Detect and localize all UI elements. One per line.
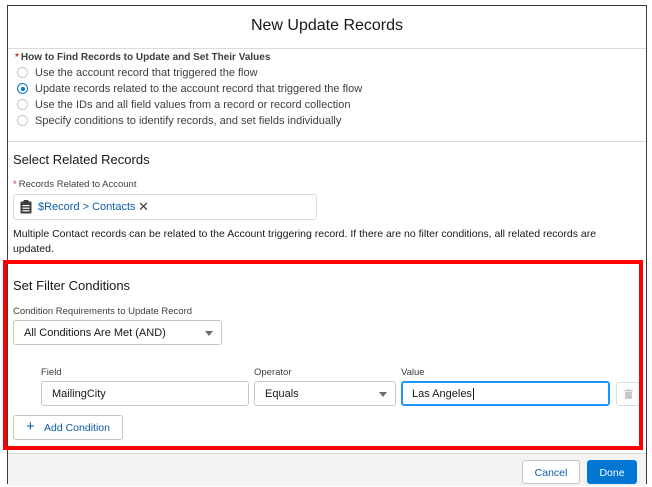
related-records-lookup[interactable]: $Record > Contacts ✕	[13, 194, 317, 220]
radio-option-triggering-record[interactable]: Use the account record that triggered th…	[15, 65, 362, 81]
radio-label: Use the IDs and all field values from a …	[35, 99, 351, 111]
find-records-label-text: How to Find Records to Update and Set Th…	[20, 52, 271, 63]
radio-option-related-records[interactable]: Update records related to the account re…	[15, 81, 362, 97]
find-records-section: * How to Find Records to Update and Set T…	[15, 52, 362, 129]
find-records-label: * How to Find Records to Update and Set T…	[15, 52, 362, 63]
radio-label: Update records related to the account re…	[35, 83, 363, 95]
radio-button[interactable]	[17, 99, 28, 110]
radio-button[interactable]	[17, 115, 28, 126]
record-collection-icon	[20, 200, 32, 214]
related-records-description: Multiple Contact records can be related …	[13, 228, 597, 255]
modal-footer: Cancel Done	[8, 453, 646, 486]
cancel-button[interactable]: Cancel	[522, 460, 580, 484]
radio-option-specify-conditions[interactable]: Specify conditions to identify records, …	[15, 113, 362, 129]
cancel-label: Cancel	[534, 467, 568, 479]
required-marker: *	[13, 179, 17, 190]
radio-button-selected[interactable]	[17, 83, 28, 94]
done-button[interactable]: Done	[587, 460, 637, 484]
resource-pill[interactable]: $Record > Contacts	[38, 201, 136, 213]
highlight-box	[3, 260, 643, 450]
done-label: Done	[599, 467, 625, 479]
related-records-label: * Records Related to Account	[13, 179, 136, 190]
radio-label: Use the account record that triggered th…	[35, 67, 258, 79]
modal-header: New Update Records	[8, 6, 646, 49]
related-records-heading: Select Related Records	[13, 152, 150, 167]
radio-label: Specify conditions to identify records, …	[35, 115, 342, 127]
close-icon[interactable]: ✕	[138, 199, 149, 215]
required-marker: *	[15, 52, 19, 63]
section-divider	[8, 141, 646, 142]
radio-option-ids-and-values[interactable]: Use the IDs and all field values from a …	[15, 97, 362, 113]
related-records-label-text: Records Related to Account	[18, 179, 137, 190]
radio-button[interactable]	[17, 67, 28, 78]
modal-title: New Update Records	[250, 17, 404, 34]
